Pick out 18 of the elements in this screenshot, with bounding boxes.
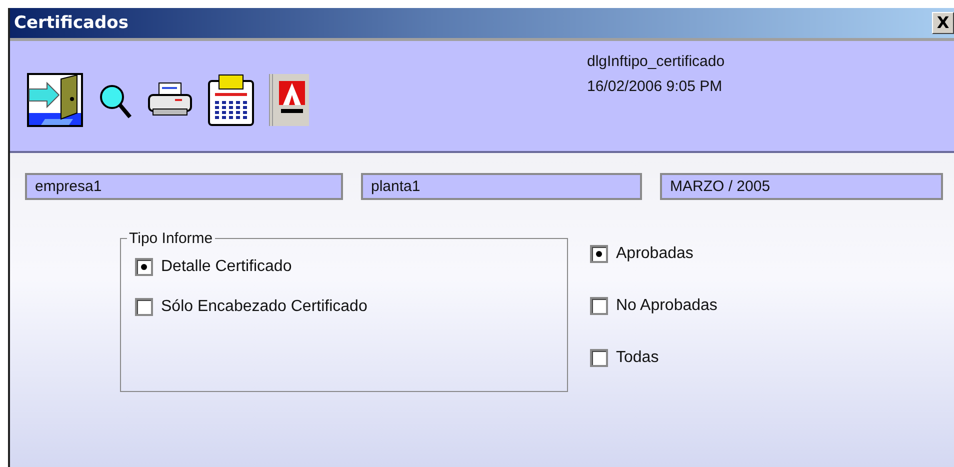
radio-option[interactable]: Sólo Encabezado Certificado [135, 297, 555, 317]
calculator-icon [207, 73, 255, 127]
radio-option[interactable]: Detalle Certificado [135, 257, 555, 277]
door-exit-icon [27, 73, 83, 127]
window-title: Certificados [13, 13, 128, 33]
input-field[interactable]: planta1 [361, 173, 642, 200]
timestamp: 16/02/2006 9:05 PM [587, 78, 724, 95]
toolbar-button[interactable] [27, 74, 83, 126]
close-button[interactable]: X [932, 12, 954, 34]
input-field[interactable]: MARZO / 2005 [660, 173, 943, 200]
input-field[interactable]: empresa1 [25, 173, 343, 200]
radio-option[interactable]: Aprobadas [590, 244, 718, 264]
form-name: dlgInftipo_certificado [587, 53, 725, 70]
radio-option[interactable]: No Aprobadas [590, 296, 718, 316]
toolbar-button[interactable] [269, 74, 309, 126]
radio-option[interactable]: Todas [590, 348, 718, 368]
group-legend: Tipo Informe [127, 230, 215, 247]
toolbar-button[interactable] [207, 74, 255, 126]
